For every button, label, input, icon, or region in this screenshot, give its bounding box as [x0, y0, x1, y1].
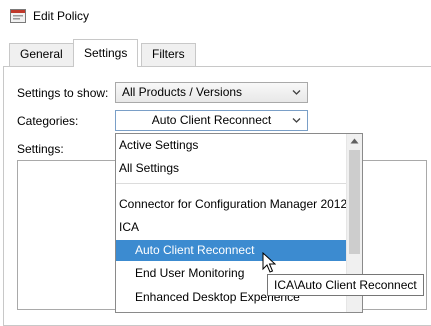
settings-to-show-label: Settings to show:: [17, 86, 109, 100]
dropdown-item-auto-client-reconnect[interactable]: Auto Client Reconnect: [116, 240, 348, 261]
categories-label: Categories:: [17, 114, 79, 128]
scrollbar-thumb[interactable]: [349, 150, 360, 254]
window-title: Edit Policy: [33, 9, 90, 23]
mouse-cursor-icon: [262, 252, 276, 273]
tab-general[interactable]: General: [9, 43, 74, 66]
title-bar: Edit Policy: [0, 0, 431, 33]
category-tooltip: ICA\Auto Client Reconnect: [267, 274, 424, 296]
dropdown-item-active-settings[interactable]: Active Settings: [116, 135, 348, 156]
dropdown-separator: [116, 183, 348, 184]
policy-window-icon: [10, 9, 26, 23]
categories-value: Auto Client Reconnect: [151, 113, 272, 127]
scroll-up-arrow-icon[interactable]: [350, 138, 359, 144]
settings-label: Settings:: [17, 142, 64, 156]
dropdown-item-ica[interactable]: ICA: [116, 217, 348, 238]
chevron-down-icon: [292, 90, 301, 95]
tab-strip: General Settings Filters: [0, 33, 431, 67]
categories-select[interactable]: Auto Client Reconnect: [115, 110, 308, 131]
settings-to-show-value: All Products / Versions: [122, 85, 243, 99]
chevron-down-icon: [292, 118, 301, 123]
tab-settings[interactable]: Settings: [73, 39, 139, 67]
dropdown-item-connector-cm2012[interactable]: Connector for Configuration Manager 2012: [116, 194, 348, 215]
settings-to-show-select[interactable]: All Products / Versions: [115, 82, 308, 103]
dropdown-item-all-settings[interactable]: All Settings: [116, 158, 348, 179]
tab-filters[interactable]: Filters: [141, 43, 196, 66]
